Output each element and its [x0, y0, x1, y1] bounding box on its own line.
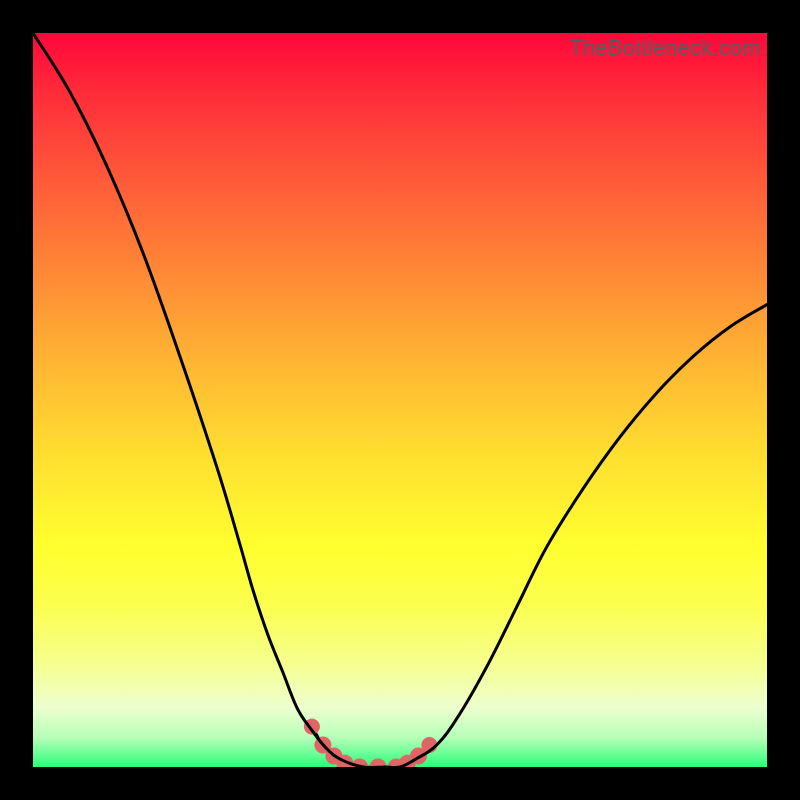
outer-frame: TheBottleneck.com [0, 0, 800, 800]
chart-svg [33, 33, 767, 767]
bottleneck-curve [33, 33, 767, 767]
plot-area: TheBottleneck.com [33, 33, 767, 767]
